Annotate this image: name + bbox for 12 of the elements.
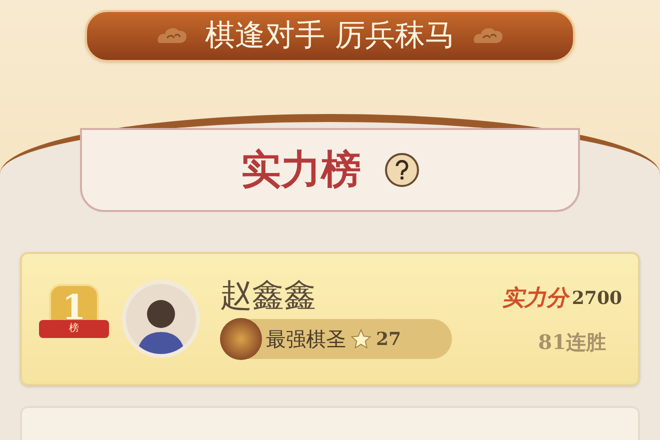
player-name: 赵鑫鑫: [220, 279, 317, 311]
help-icon[interactable]: [385, 153, 419, 187]
score-label: 实力分: [502, 284, 568, 312]
player-card[interactable]: 1榜 赵鑫鑫 最强棋圣 27 实力分 2700 81连胜: [20, 252, 640, 386]
win-streak: 81连胜: [538, 328, 606, 356]
score-value: 2700: [572, 286, 622, 310]
star-count: 27: [376, 328, 402, 352]
player-title: 最强棋圣: [266, 326, 346, 353]
rank-label: 榜: [69, 324, 79, 334]
slogan-text: 棋逢对手 厉兵秣马: [205, 21, 455, 51]
star-icon: [350, 328, 372, 350]
board-title: 实力榜: [241, 150, 361, 190]
